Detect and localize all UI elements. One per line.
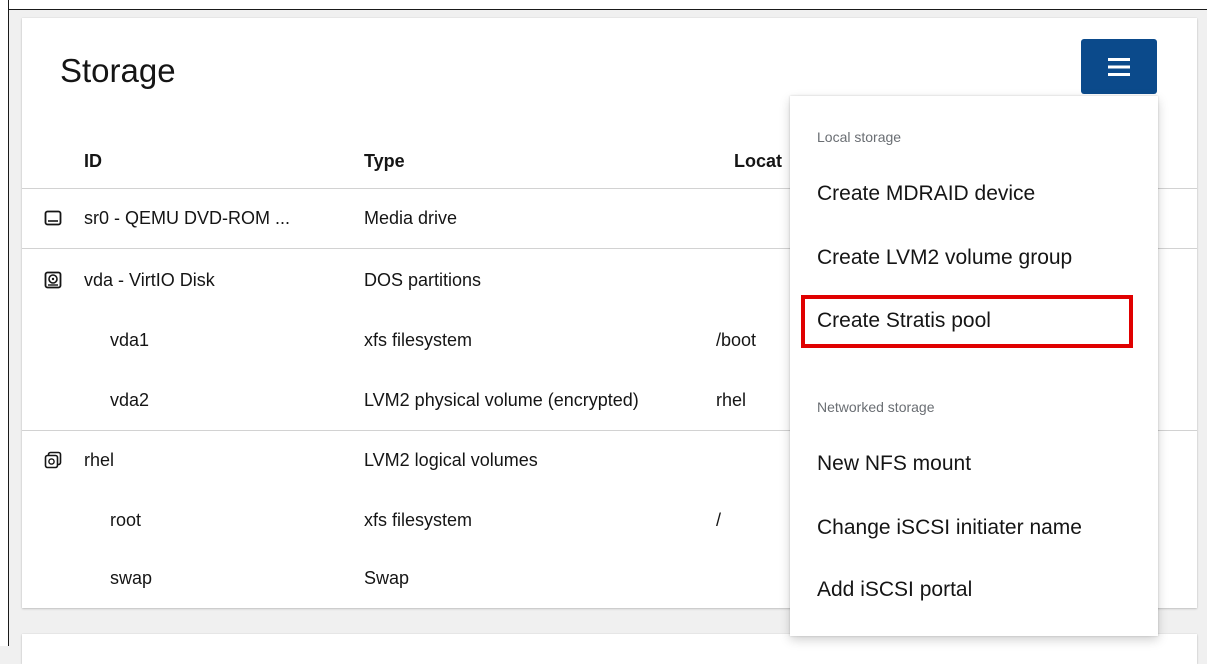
top-window-strip (0, 0, 1207, 10)
optical-drive-icon (44, 210, 62, 226)
row-type: xfs filesystem (364, 510, 473, 530)
row-location: / (716, 510, 722, 530)
row-id: vda1 (110, 330, 150, 350)
secondary-card (22, 634, 1197, 664)
page-title: Storage (60, 52, 176, 89)
menu-item-new-nfs-mount[interactable]: New NFS mount (790, 438, 1158, 494)
menu-item-create-mdraid[interactable]: Create MDRAID device (790, 168, 1158, 224)
volume-group-icon (44, 451, 62, 469)
row-type: LVM2 physical volume (encrypted) (364, 390, 639, 410)
row-id: swap (110, 568, 153, 588)
storage-menu-button[interactable] (1081, 39, 1157, 94)
menu-item-label: Change iSCSI initiater name (817, 516, 1082, 539)
row-id: rhel (84, 450, 115, 470)
row-id: sr0 - QEMU DVD-ROM ... (84, 208, 290, 228)
menu-item-create-stratis-pool[interactable]: Create Stratis pool (790, 295, 1158, 351)
row-location: /boot (716, 330, 757, 350)
disk-icon (44, 271, 62, 289)
menu-item-label: Add iSCSI portal (817, 578, 973, 601)
row-location: rhel (716, 390, 747, 410)
menu-item-create-lvm2-volume-group[interactable]: Create LVM2 volume group (790, 232, 1158, 288)
row-type: DOS partitions (364, 270, 482, 290)
menu-item-label: Create MDRAID device (817, 182, 1036, 205)
storage-actions-dropdown: Local storage Create MDRAID device Creat… (790, 96, 1158, 636)
left-window-frame (0, 0, 9, 646)
row-id: root (110, 510, 142, 530)
menu-item-label: Create LVM2 volume group (817, 246, 1073, 269)
row-type: Swap (364, 568, 410, 588)
row-type: xfs filesystem (364, 330, 473, 350)
row-id: vda2 (110, 390, 150, 410)
column-header-location: Locat (734, 151, 783, 171)
group-label-local-storage: Local storage (817, 129, 902, 145)
hamburger-menu-icon (1108, 57, 1130, 76)
row-type: LVM2 logical volumes (364, 450, 538, 470)
column-header-id: ID (84, 151, 102, 171)
row-id: vda - VirtIO Disk (84, 270, 215, 290)
column-header-type: Type (364, 151, 405, 171)
menu-item-label: Create Stratis pool (817, 309, 991, 332)
row-type: Media drive (364, 208, 458, 228)
group-label-networked-storage: Networked storage (817, 399, 935, 415)
menu-item-change-iscsi-initiator-name[interactable]: Change iSCSI initiater name (790, 502, 1158, 558)
menu-item-label: New NFS mount (817, 452, 972, 475)
menu-item-add-iscsi-portal[interactable]: Add iSCSI portal (790, 564, 1158, 620)
